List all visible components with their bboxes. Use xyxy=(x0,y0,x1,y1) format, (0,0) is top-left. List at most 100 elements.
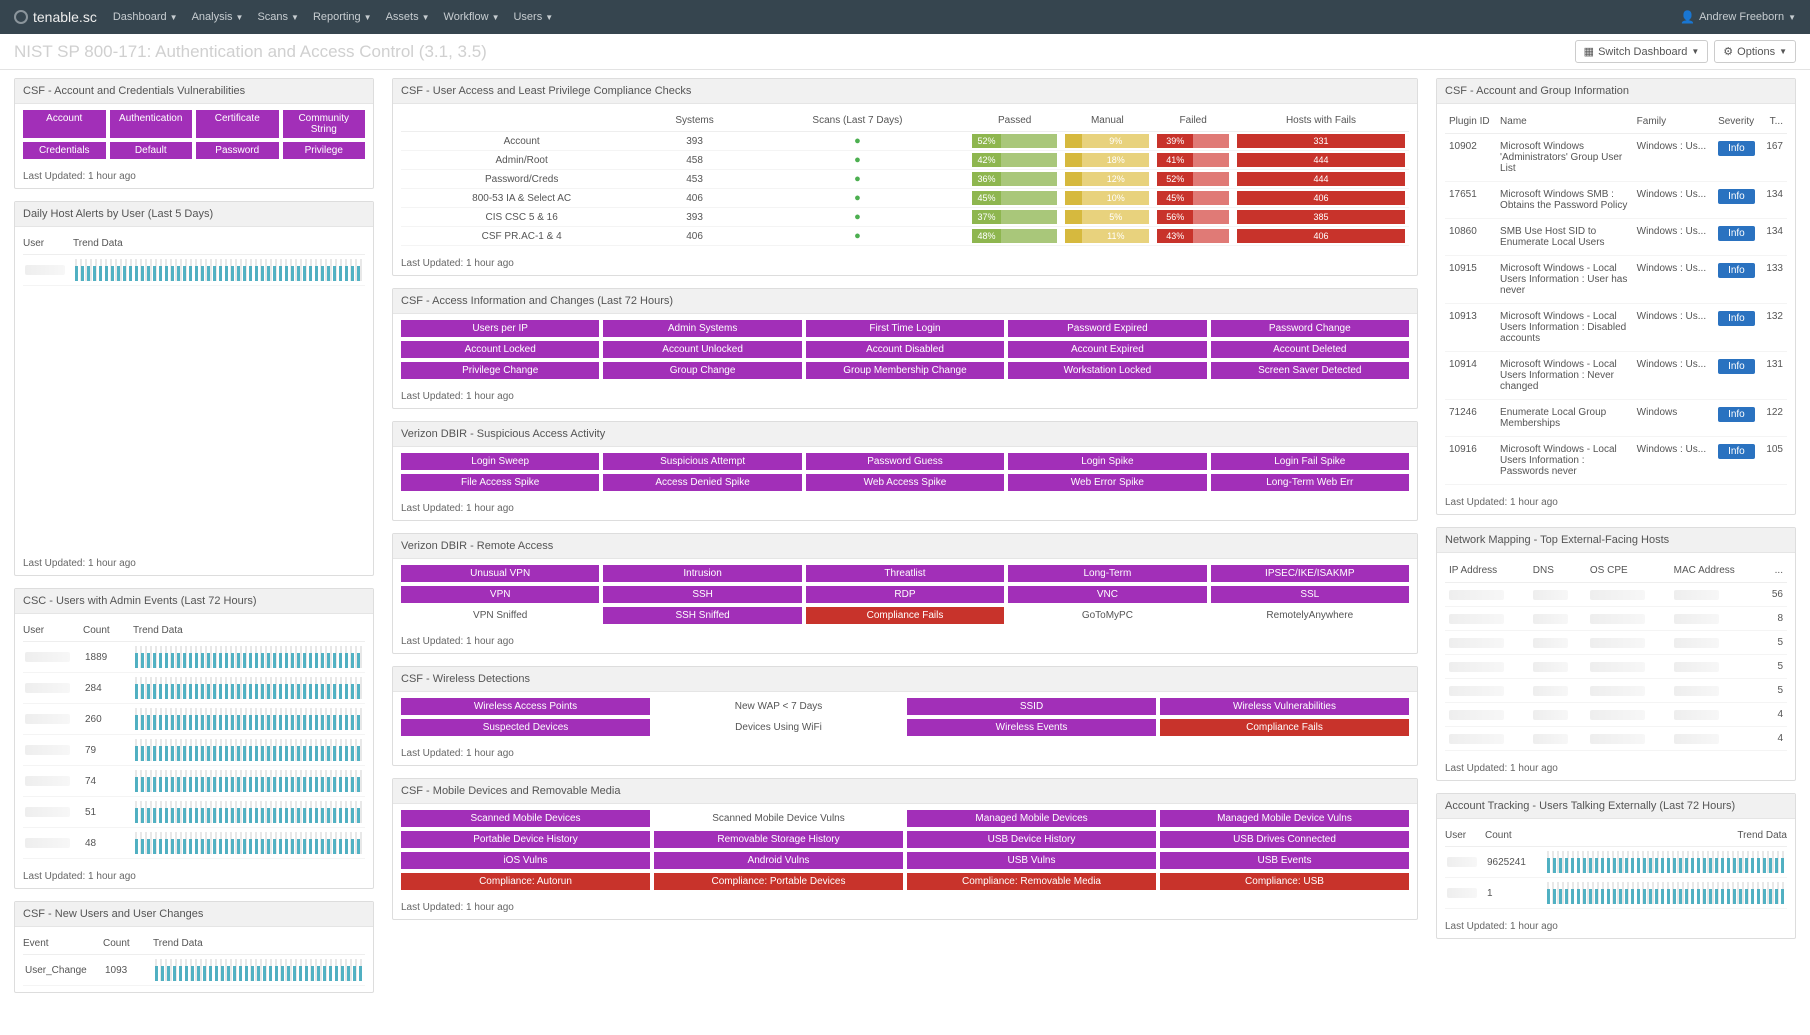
matrix-cell[interactable]: Account Deleted xyxy=(1211,341,1409,358)
table-row[interactable]: CSF PR.AC-1 & 4406 ● 48% 11% 43% 406 xyxy=(401,227,1409,246)
matrix-cell[interactable]: USB Drives Connected xyxy=(1160,831,1409,848)
table-row[interactable]: 51 xyxy=(23,797,365,828)
table-row[interactable]: 10913Microsoft Windows - Local Users Inf… xyxy=(1445,304,1787,352)
table-row[interactable]: 56 xyxy=(1445,583,1787,607)
matrix-cell[interactable]: VNC xyxy=(1008,586,1206,603)
matrix-cell[interactable]: USB Device History xyxy=(907,831,1156,848)
matrix-cell[interactable]: Password Expired xyxy=(1008,320,1206,337)
table-row[interactable]: 1889 xyxy=(23,642,365,673)
matrix-cell[interactable]: USB Vulns xyxy=(907,852,1156,869)
matrix-cell[interactable]: Admin Systems xyxy=(603,320,801,337)
severity-badge[interactable]: Info xyxy=(1718,141,1755,156)
matrix-cell[interactable]: Account xyxy=(23,110,106,138)
matrix-cell[interactable]: Android Vulns xyxy=(654,852,903,869)
matrix-cell[interactable]: Managed Mobile Device Vulns xyxy=(1160,810,1409,827)
matrix-cell[interactable]: Authentication xyxy=(110,110,193,138)
switch-dashboard-button[interactable]: ▦ Switch Dashboard ▼ xyxy=(1575,40,1709,63)
matrix-cell[interactable]: Wireless Vulnerabilities xyxy=(1160,698,1409,715)
options-button[interactable]: ⚙ Options ▼ xyxy=(1714,40,1796,63)
table-row[interactable]: 9625241 xyxy=(1445,847,1787,878)
matrix-cell[interactable]: iOS Vulns xyxy=(401,852,650,869)
matrix-cell[interactable]: IPSEC/IKE/ISAKMP xyxy=(1211,565,1409,582)
severity-badge[interactable]: Info xyxy=(1718,444,1755,459)
matrix-cell[interactable]: Compliance Fails xyxy=(806,607,1004,624)
severity-badge[interactable]: Info xyxy=(1718,311,1755,326)
severity-badge[interactable]: Info xyxy=(1718,359,1755,374)
user-menu[interactable]: 👤 Andrew Freeborn ▼ xyxy=(1680,10,1796,24)
matrix-cell[interactable]: Compliance Fails xyxy=(1160,719,1409,736)
table-row[interactable]: CIS CSC 5 & 16393 ● 37% 5% 56% 385 xyxy=(401,208,1409,227)
severity-badge[interactable]: Info xyxy=(1718,407,1755,422)
table-row[interactable]: 5 xyxy=(1445,655,1787,679)
matrix-cell[interactable]: Screen Saver Detected xyxy=(1211,362,1409,379)
matrix-cell[interactable]: Account Unlocked xyxy=(603,341,801,358)
matrix-cell[interactable]: Login Spike xyxy=(1008,453,1206,470)
nav-item[interactable]: Workflow▼ xyxy=(444,11,500,23)
matrix-cell[interactable]: Scanned Mobile Devices xyxy=(401,810,650,827)
matrix-cell[interactable]: Privilege xyxy=(283,142,366,159)
matrix-cell[interactable]: Community String xyxy=(283,110,366,138)
matrix-cell[interactable]: Password Guess xyxy=(806,453,1004,470)
matrix-cell[interactable]: Compliance: Removable Media xyxy=(907,873,1156,890)
table-row[interactable]: 4 xyxy=(1445,727,1787,751)
table-row[interactable]: 4 xyxy=(1445,703,1787,727)
matrix-cell[interactable]: VPN xyxy=(401,586,599,603)
matrix-cell[interactable]: Web Access Spike xyxy=(806,474,1004,491)
nav-item[interactable]: Reporting▼ xyxy=(313,11,372,23)
table-row[interactable]: 8 xyxy=(1445,607,1787,631)
matrix-cell[interactable]: Compliance: Portable Devices xyxy=(654,873,903,890)
matrix-cell[interactable]: Long-Term Web Err xyxy=(1211,474,1409,491)
matrix-cell[interactable]: File Access Spike xyxy=(401,474,599,491)
matrix-cell[interactable]: Account Disabled xyxy=(806,341,1004,358)
matrix-cell[interactable]: Certificate xyxy=(196,110,279,138)
table-row[interactable]: 79 xyxy=(23,735,365,766)
table-row[interactable]: 10860SMB Use Host SID to Enumerate Local… xyxy=(1445,219,1787,256)
table-row[interactable]: 5 xyxy=(1445,631,1787,655)
matrix-cell[interactable]: Credentials xyxy=(23,142,106,159)
table-row[interactable]: Account393 ● 52% 9% 39% 331 xyxy=(401,132,1409,151)
matrix-cell[interactable]: VPN Sniffed xyxy=(401,607,599,624)
matrix-cell[interactable]: SSH Sniffed xyxy=(603,607,801,624)
matrix-cell[interactable]: Portable Device History xyxy=(401,831,650,848)
matrix-cell[interactable]: Suspected Devices xyxy=(401,719,650,736)
matrix-cell[interactable]: Workstation Locked xyxy=(1008,362,1206,379)
nav-item[interactable]: Assets▼ xyxy=(386,11,430,23)
matrix-cell[interactable]: USB Events xyxy=(1160,852,1409,869)
matrix-cell[interactable]: Removable Storage History xyxy=(654,831,903,848)
nav-item[interactable]: Users▼ xyxy=(513,11,553,23)
matrix-cell[interactable]: New WAP < 7 Days xyxy=(654,698,903,715)
table-row[interactable] xyxy=(23,255,365,286)
matrix-cell[interactable]: Threatlist xyxy=(806,565,1004,582)
matrix-cell[interactable]: Login Sweep xyxy=(401,453,599,470)
table-row[interactable]: 284 xyxy=(23,673,365,704)
matrix-cell[interactable]: RDP xyxy=(806,586,1004,603)
matrix-cell[interactable]: Web Error Spike xyxy=(1008,474,1206,491)
matrix-cell[interactable]: Wireless Events xyxy=(907,719,1156,736)
matrix-cell[interactable]: RemotelyAnywhere xyxy=(1211,607,1409,624)
matrix-cell[interactable]: Default xyxy=(110,142,193,159)
nav-item[interactable]: Dashboard▼ xyxy=(113,11,178,23)
matrix-cell[interactable]: Group Change xyxy=(603,362,801,379)
table-row[interactable]: 17651Microsoft Windows SMB : Obtains the… xyxy=(1445,182,1787,219)
table-row[interactable]: 48 xyxy=(23,828,365,859)
matrix-cell[interactable]: Users per IP xyxy=(401,320,599,337)
severity-badge[interactable]: Info xyxy=(1718,189,1755,204)
matrix-cell[interactable]: Intrusion xyxy=(603,565,801,582)
matrix-cell[interactable]: Suspicious Attempt xyxy=(603,453,801,470)
table-row[interactable]: 74 xyxy=(23,766,365,797)
matrix-cell[interactable]: Account Locked xyxy=(401,341,599,358)
table-row[interactable]: 10915Microsoft Windows - Local Users Inf… xyxy=(1445,256,1787,304)
table-row[interactable]: 10902Microsoft Windows 'Administrators' … xyxy=(1445,134,1787,182)
matrix-cell[interactable]: Unusual VPN xyxy=(401,565,599,582)
matrix-cell[interactable]: SSH xyxy=(603,586,801,603)
matrix-cell[interactable]: Devices Using WiFi xyxy=(654,719,903,736)
table-row[interactable]: 10914Microsoft Windows - Local Users Inf… xyxy=(1445,352,1787,400)
matrix-cell[interactable]: Wireless Access Points xyxy=(401,698,650,715)
table-row[interactable]: 5 xyxy=(1445,679,1787,703)
table-row[interactable]: Password/Creds453 ● 36% 12% 52% 444 xyxy=(401,170,1409,189)
matrix-cell[interactable]: SSID xyxy=(907,698,1156,715)
severity-badge[interactable]: Info xyxy=(1718,263,1755,278)
matrix-cell[interactable]: Privilege Change xyxy=(401,362,599,379)
matrix-cell[interactable]: Scanned Mobile Device Vulns xyxy=(654,810,903,827)
matrix-cell[interactable]: GoToMyPC xyxy=(1008,607,1206,624)
